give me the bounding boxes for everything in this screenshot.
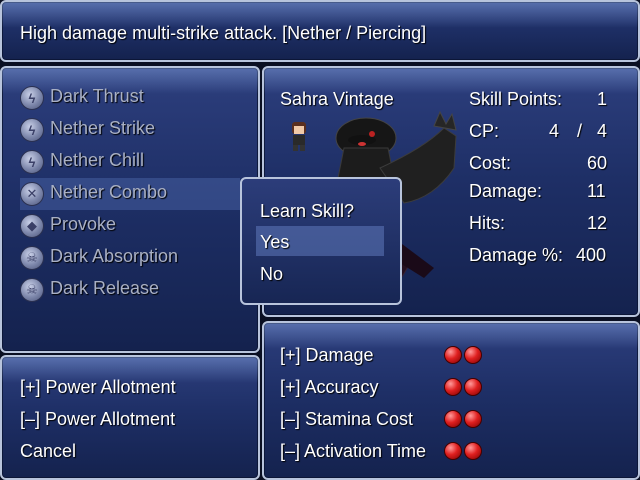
skill-points-label: Skill Points: bbox=[469, 89, 563, 109]
help-window: High damage multi-strike attack. [Nether… bbox=[0, 0, 640, 62]
upgrade-orb bbox=[464, 410, 482, 428]
skull-icon: ☠ bbox=[20, 278, 44, 302]
cp-separator: / bbox=[577, 121, 583, 141]
power-allotment-decrease-option[interactable]: [–] Power Allotment bbox=[20, 409, 175, 430]
upgrade-orb bbox=[444, 442, 462, 460]
upgrade-orb bbox=[464, 442, 482, 460]
damage-percent-value: 400 bbox=[576, 245, 607, 265]
upgrade-window: [+] Damage [+] Accuracy [–] Stamina Cost… bbox=[262, 321, 640, 480]
cp-current: 4 bbox=[549, 121, 560, 141]
damage-label: Damage: bbox=[469, 181, 543, 201]
lightning-icon: ϟ bbox=[20, 86, 44, 110]
cp-label: CP: bbox=[469, 121, 500, 141]
upgrade-orb bbox=[444, 346, 462, 364]
upgrade-orb bbox=[464, 378, 482, 396]
lightning-icon: ϟ bbox=[20, 118, 44, 142]
skill-item-nether-combo[interactable]: ✕ Nether Combo bbox=[20, 178, 240, 210]
shield-icon: ◆ bbox=[20, 214, 44, 238]
upgrade-stamina-label[interactable]: [–] Stamina Cost bbox=[280, 409, 413, 430]
cancel-option[interactable]: Cancel bbox=[20, 441, 76, 462]
cost-value: 60 bbox=[587, 153, 608, 173]
damage-percent-label: Damage %: bbox=[469, 245, 564, 265]
skill-label: Nether Combo bbox=[50, 182, 168, 202]
upgrade-damage-label[interactable]: [+] Damage bbox=[280, 345, 374, 366]
command-window: [+] Power Allotment [–] Power Allotment … bbox=[0, 355, 260, 480]
skill-label: Dark Absorption bbox=[50, 246, 179, 266]
skill-item-nether-strike[interactable]: ϟ Nether Strike bbox=[20, 114, 240, 146]
skill-item-dark-release[interactable]: ☠ Dark Release bbox=[20, 274, 240, 306]
skill-label: Dark Thrust bbox=[50, 86, 144, 106]
upgrade-accuracy-label[interactable]: [+] Accuracy bbox=[280, 377, 379, 398]
hits-label: Hits: bbox=[469, 213, 505, 233]
upgrade-orb bbox=[444, 410, 462, 428]
skill-list-window: ϟ Dark Thrust ϟ Nether Strike ϟ Nether C… bbox=[0, 66, 260, 353]
skill-label: Provoke bbox=[50, 214, 117, 234]
hits-value: 12 bbox=[587, 213, 608, 233]
skill-item-nether-chill[interactable]: ϟ Nether Chill bbox=[20, 146, 240, 178]
power-allotment-increase-option[interactable]: [+] Power Allotment bbox=[20, 377, 176, 398]
yes-option[interactable]: Yes bbox=[260, 232, 289, 253]
lightning-icon: ϟ bbox=[20, 150, 44, 174]
skill-points-value: 1 bbox=[597, 89, 608, 109]
swords-icon: ✕ bbox=[20, 182, 44, 206]
cp-max: 4 bbox=[597, 121, 608, 141]
cost-label: Cost: bbox=[469, 153, 512, 173]
no-option[interactable]: No bbox=[260, 264, 283, 285]
skill-item-dark-thrust[interactable]: ϟ Dark Thrust bbox=[20, 82, 240, 114]
skill-item-provoke[interactable]: ◆ Provoke bbox=[20, 210, 240, 242]
learn-skill-dialog: Learn Skill? Yes No bbox=[240, 177, 402, 305]
character-sprite bbox=[292, 122, 306, 151]
skill-item-dark-absorption[interactable]: ☠ Dark Absorption bbox=[20, 242, 240, 274]
skill-label: Dark Release bbox=[50, 278, 160, 298]
upgrade-activation-label[interactable]: [–] Activation Time bbox=[280, 441, 426, 462]
skill-label: Nether Strike bbox=[50, 118, 156, 138]
upgrade-orb bbox=[444, 378, 462, 396]
skill-description: High damage multi-strike attack. [Nether… bbox=[20, 23, 427, 43]
upgrade-orb bbox=[464, 346, 482, 364]
character-name: Sahra Vintage bbox=[280, 89, 394, 109]
learn-skill-prompt: Learn Skill? bbox=[260, 201, 355, 221]
skill-label: Nether Chill bbox=[50, 150, 145, 170]
skull-icon: ☠ bbox=[20, 246, 44, 270]
damage-value: 11 bbox=[587, 181, 606, 201]
